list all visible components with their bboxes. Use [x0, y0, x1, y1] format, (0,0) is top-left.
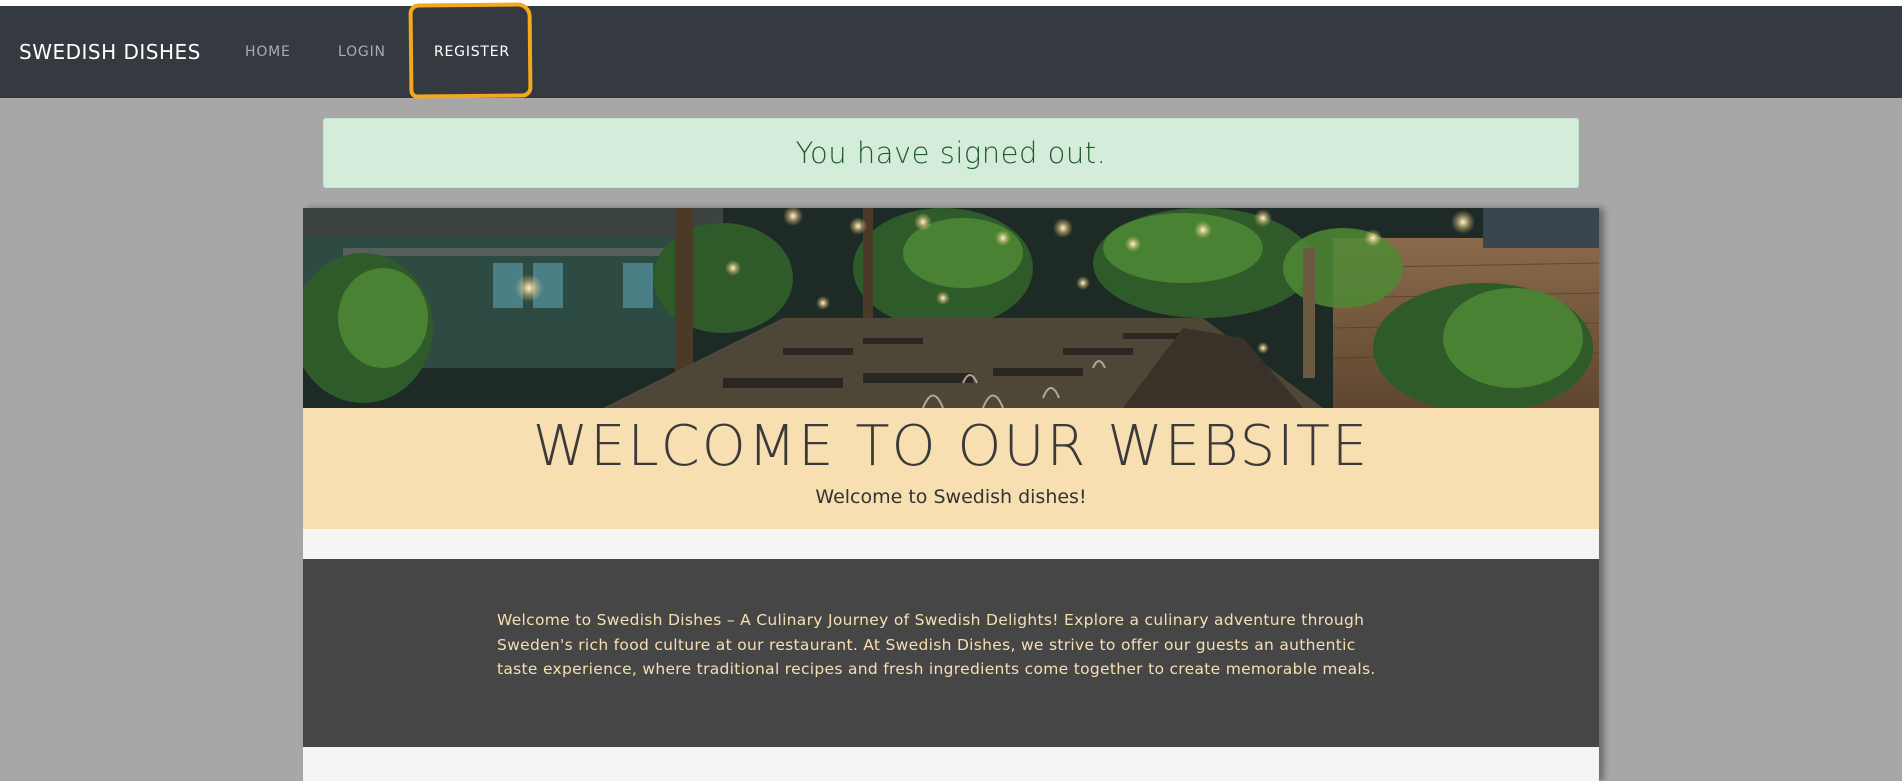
welcome-band: WELCOME TO OUR WEBSITE Welcome to Swedis…: [303, 408, 1599, 529]
navbar: SWEDISH DISHES HOME LOGIN REGISTER: [0, 6, 1902, 98]
welcome-subtitle: Welcome to Swedish dishes!: [815, 486, 1087, 508]
restaurant-terrace-photo: [303, 208, 1599, 408]
hero-image: [303, 208, 1599, 408]
brand-link[interactable]: SWEDISH DISHES: [19, 40, 201, 64]
nav-login-link[interactable]: LOGIN: [338, 44, 386, 60]
nav-home-link[interactable]: HOME: [245, 44, 291, 60]
nav-register-link[interactable]: REGISTER: [434, 44, 510, 60]
signed-out-alert: You have signed out.: [323, 118, 1579, 188]
welcome-title: WELCOME TO OUR WEBSITE: [532, 414, 1370, 479]
main-card: WELCOME TO OUR WEBSITE Welcome to Swedis…: [303, 208, 1599, 781]
intro-text: Welcome to Swedish Dishes – A Culinary J…: [497, 611, 1376, 678]
intro-section: Welcome to Swedish Dishes – A Culinary J…: [303, 559, 1599, 747]
